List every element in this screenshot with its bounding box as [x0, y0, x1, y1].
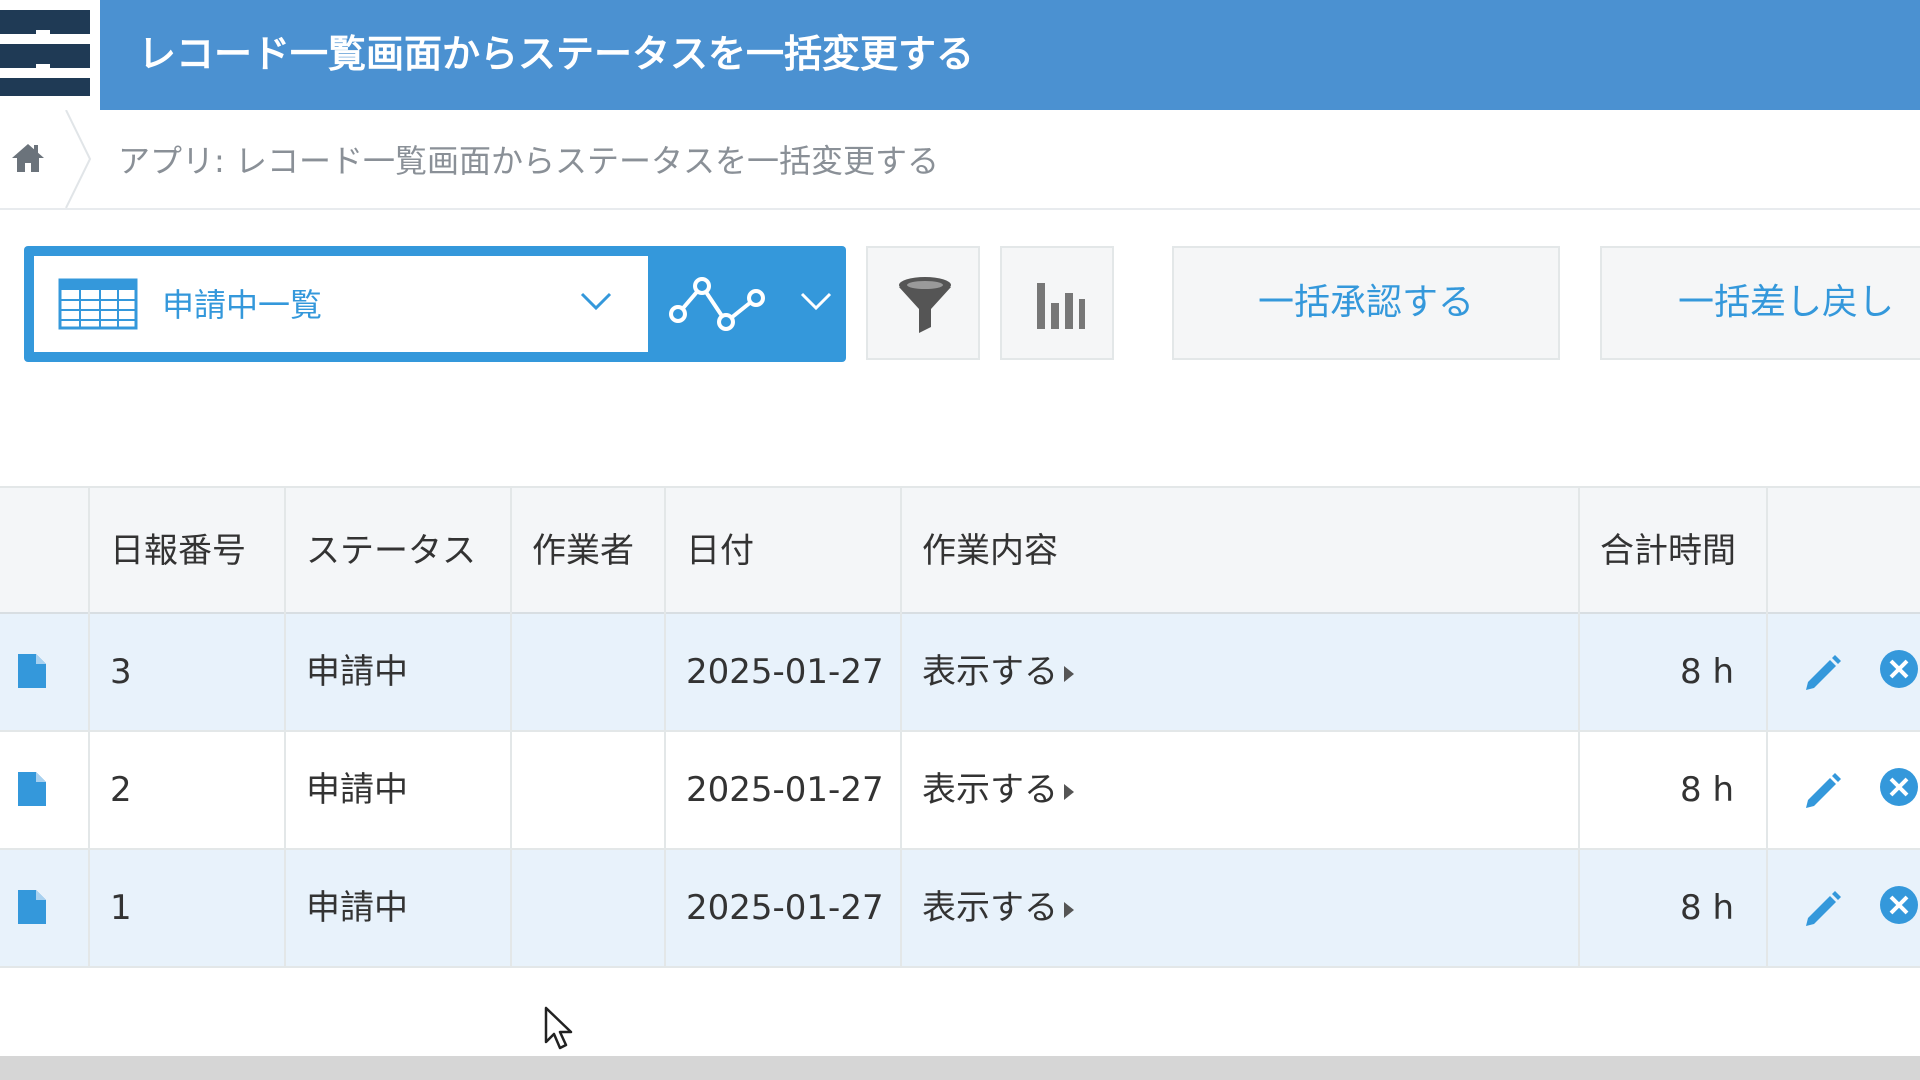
- status-cell: 申請中: [284, 732, 510, 848]
- show-content-label: 表示する: [922, 652, 1058, 692]
- detail-cell[interactable]: [0, 732, 88, 848]
- table-grid-icon: [58, 278, 138, 330]
- close-circle-icon[interactable]: [1878, 648, 1920, 690]
- worker-cell: [510, 614, 664, 730]
- pencil-icon[interactable]: [1800, 650, 1844, 694]
- document-icon[interactable]: [16, 652, 48, 690]
- caret-right-icon: [1064, 901, 1074, 918]
- record-list-table: 日報番号 ステータス 作業者 日付 作業内容 合計時間 3 申請中 2025-0…: [0, 486, 1920, 970]
- column-header-content[interactable]: 作業内容: [900, 488, 1578, 614]
- view-selector[interactable]: 申請中一覧: [24, 246, 846, 362]
- worker-cell: [510, 850, 664, 966]
- column-header-number[interactable]: 日報番号: [88, 488, 284, 614]
- document-icon[interactable]: [16, 770, 48, 808]
- chevron-down-icon: [800, 292, 832, 311]
- show-content-label: 表示する: [922, 770, 1058, 810]
- app-header: レコード一覧画面からステータスを一括変更する: [0, 0, 1920, 110]
- show-content-link[interactable]: 表示する: [922, 888, 1074, 928]
- filter-funnel-icon: [899, 277, 951, 333]
- close-circle-icon[interactable]: [1878, 766, 1920, 808]
- graph-button[interactable]: [1000, 246, 1114, 360]
- date-cell: 2025-01-27: [664, 850, 900, 966]
- app-icon[interactable]: [0, 0, 100, 110]
- status-cell: 申請中: [284, 850, 510, 966]
- total-time-cell: 8 h: [1578, 614, 1766, 730]
- breadcrumb-app-link[interactable]: アプリ: レコード一覧画面からステータスを一括変更する: [118, 136, 939, 182]
- number-cell: 1: [88, 850, 284, 966]
- close-circle-icon[interactable]: [1878, 884, 1920, 926]
- document-icon[interactable]: [16, 888, 48, 926]
- content-cell: 表示する: [900, 614, 1578, 730]
- bulk-approve-button[interactable]: 一括承認する: [1172, 246, 1560, 360]
- detail-cell[interactable]: [0, 614, 88, 730]
- pencil-icon[interactable]: [1800, 886, 1844, 930]
- show-content-link[interactable]: 表示する: [922, 770, 1074, 810]
- view-name: 申請中一覧: [162, 286, 323, 324]
- graph-menu-button[interactable]: [648, 246, 846, 362]
- pencil-icon[interactable]: [1800, 768, 1844, 812]
- breadcrumb: アプリ: レコード一覧画面からステータスを一括変更する: [0, 110, 1920, 210]
- detail-cell[interactable]: [0, 850, 88, 966]
- column-header-total-time[interactable]: 合計時間: [1578, 488, 1766, 614]
- show-content-label: 表示する: [922, 888, 1058, 928]
- view-dropdown[interactable]: 申請中一覧: [34, 256, 648, 352]
- worker-cell: [510, 732, 664, 848]
- column-header-date[interactable]: 日付: [664, 488, 900, 614]
- filter-button[interactable]: [866, 246, 980, 360]
- table-row: 2 申請中 2025-01-27 表示する 8 h: [0, 732, 1920, 850]
- page-title: レコード一覧画面からステータスを一括変更する: [138, 32, 975, 76]
- show-content-link[interactable]: 表示する: [922, 652, 1074, 692]
- date-cell: 2025-01-27: [664, 614, 900, 730]
- table-row: 1 申請中 2025-01-27 表示する 8 h: [0, 850, 1920, 968]
- total-time-cell: 8 h: [1578, 732, 1766, 848]
- line-graph-icon: [669, 277, 765, 331]
- bulk-return-button[interactable]: 一括差し戻し: [1600, 246, 1920, 360]
- content-cell: 表示する: [900, 732, 1578, 848]
- column-header-status[interactable]: ステータス: [284, 488, 510, 614]
- number-cell: 3: [88, 614, 284, 730]
- caret-right-icon: [1064, 665, 1074, 682]
- header-cell-detail: [0, 488, 88, 614]
- mouse-cursor-icon: [544, 1006, 573, 1050]
- bar-chart-icon: [1037, 283, 1085, 329]
- header-cell-actions: [1766, 488, 1920, 614]
- table-row: 3 申請中 2025-01-27 表示する 8 h: [0, 614, 1920, 732]
- breadcrumb-separator-icon: [65, 110, 92, 208]
- date-cell: 2025-01-27: [664, 732, 900, 848]
- home-icon: [12, 144, 44, 172]
- column-header-worker[interactable]: 作業者: [510, 488, 664, 614]
- content-cell: 表示する: [900, 850, 1578, 966]
- total-time-cell: 8 h: [1578, 850, 1766, 966]
- status-cell: 申請中: [284, 614, 510, 730]
- horizontal-scrollbar[interactable]: [0, 1056, 1920, 1080]
- number-cell: 2: [88, 732, 284, 848]
- caret-right-icon: [1064, 783, 1074, 800]
- table-header: 日報番号 ステータス 作業者 日付 作業内容 合計時間: [0, 486, 1920, 614]
- chevron-down-icon: [580, 292, 612, 311]
